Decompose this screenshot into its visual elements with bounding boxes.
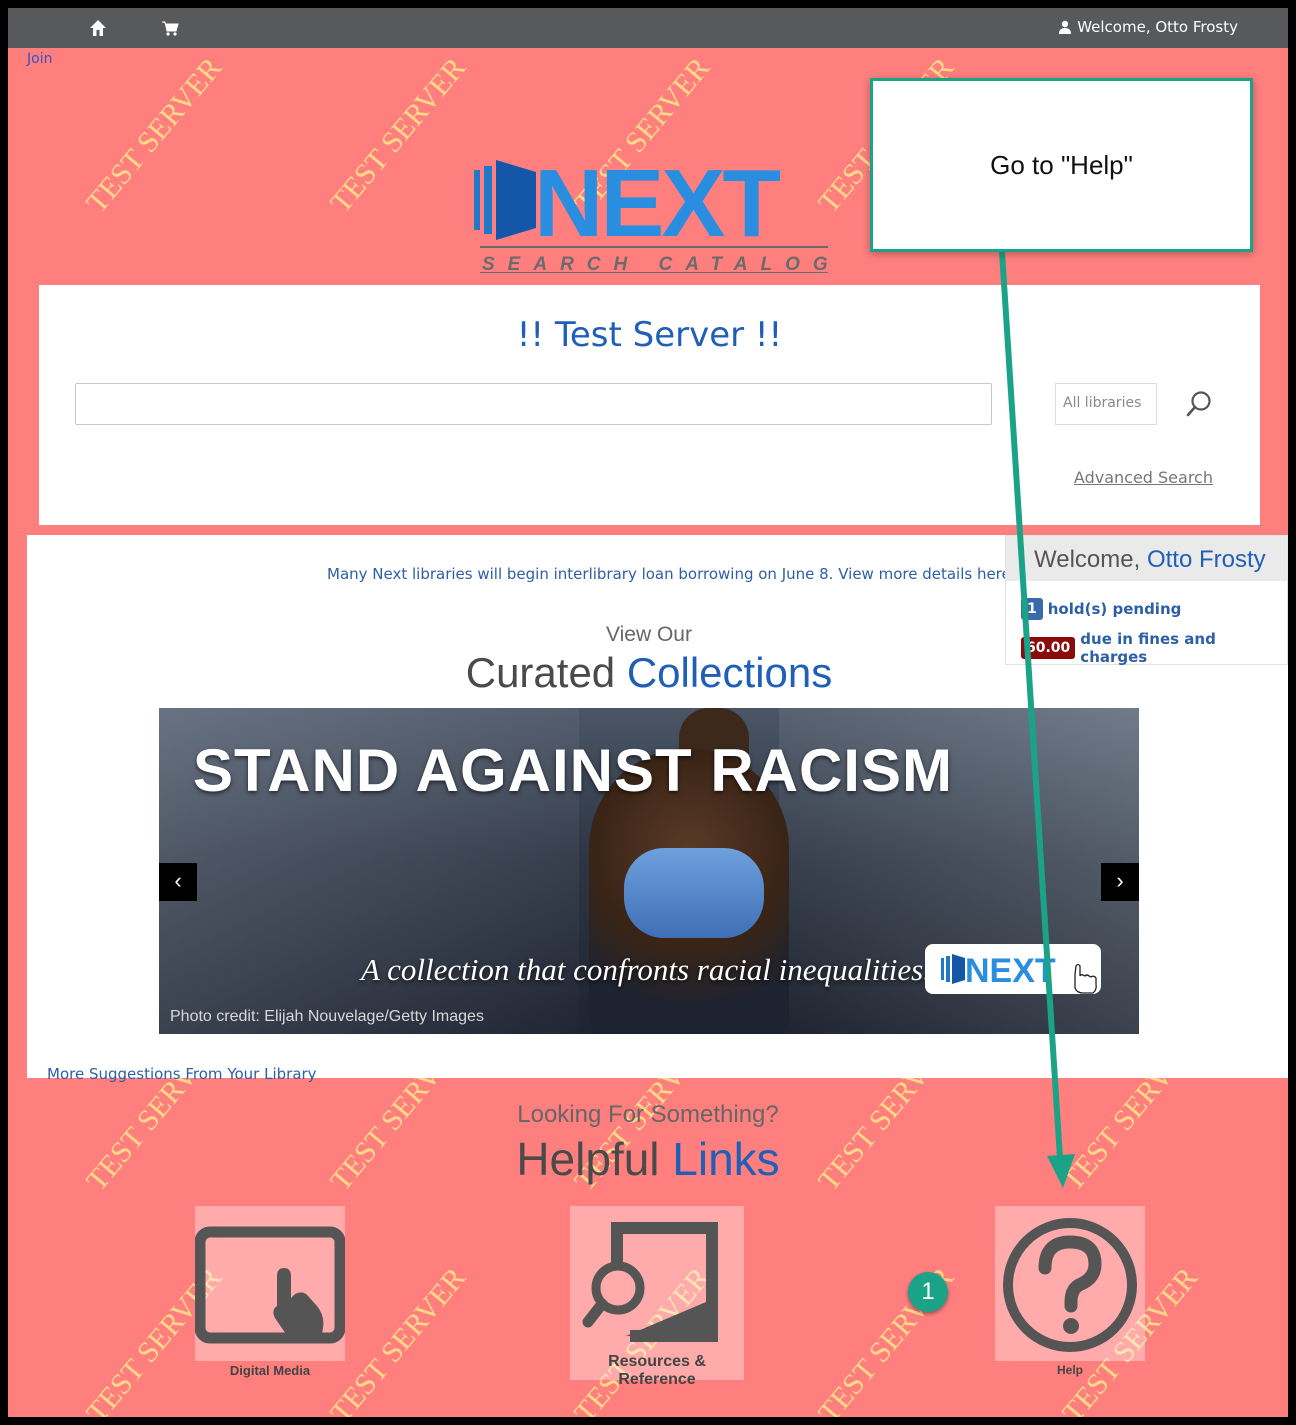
server-title: !! Test Server !!	[516, 315, 783, 355]
carousel-next-button[interactable]: ›	[1101, 863, 1139, 901]
user-icon	[1059, 20, 1072, 34]
welcome-prefix: Welcome,	[1034, 546, 1141, 573]
helpful-word: Helpful	[516, 1133, 660, 1185]
account-welcome-heading: Welcome, Otto Frosty	[1006, 536, 1287, 581]
top-nav-bar: Welcome, Otto Frosty	[8, 8, 1288, 48]
welcome-text: Welcome, Otto Frosty	[1077, 18, 1238, 36]
search-picture-icon	[582, 1222, 718, 1342]
fines-link[interactable]: 60.00 due in fines and charges	[1021, 630, 1287, 666]
page-frame: Welcome, Otto Frosty Join TEST SERVER TE…	[8, 8, 1288, 1417]
holds-label: hold(s) pending	[1047, 600, 1182, 618]
tablet-touch-icon	[194, 1226, 346, 1344]
fines-label: due in fines and charges	[1080, 630, 1216, 666]
digital-media-label: Digital Media	[229, 1363, 311, 1378]
watermark: TEST SERVER	[80, 51, 229, 220]
collections-carousel[interactable]: STAND AGAINST RACISM A collection that c…	[159, 708, 1139, 1034]
library-select[interactable]: All libraries	[1055, 383, 1157, 425]
fines-amount-badge: 60.00	[1021, 637, 1076, 659]
account-summary-panel: Welcome, Otto Frosty 1 hold(s) pending 6…	[1005, 535, 1288, 666]
home-icon[interactable]	[89, 19, 107, 37]
join-link[interactable]: Join	[27, 51, 52, 67]
slide-photo-credit: Photo credit: Elijah Nouvelage/Getty Ima…	[170, 1008, 484, 1025]
resources-reference-label: Resources & Reference	[608, 1353, 706, 1388]
slide-photo-mask	[624, 848, 764, 938]
digital-media-link[interactable]: Digital Media	[194, 1206, 346, 1378]
next-logo[interactable]: NEXT SEARCH CATALOG	[474, 158, 834, 273]
account-user-name[interactable]: Otto Frosty	[1147, 546, 1266, 573]
logo-word: NEXT	[534, 158, 780, 257]
slide-tagline: A collection that confronts racial inequ…	[361, 952, 931, 987]
logo-tagline: SEARCH CATALOG	[482, 254, 834, 273]
more-suggestions-link[interactable]: More Suggestions From Your Library	[47, 1065, 317, 1083]
curated-word: Curated	[465, 649, 616, 696]
question-circle-icon	[1003, 1218, 1137, 1352]
looking-heading: Looking For Something?	[517, 1101, 779, 1128]
watermark: TEST SERVER	[324, 1261, 473, 1417]
search-panel: !! Test Server !! All libraries Advanced…	[39, 285, 1260, 525]
links-word: Links	[672, 1133, 780, 1185]
search-input[interactable]	[75, 383, 992, 425]
slide-badge-word: NEXT	[965, 952, 1056, 990]
collections-word: Collections	[626, 649, 833, 696]
help-link[interactable]: Help	[995, 1206, 1145, 1377]
helpful-links-heading: Helpful Links	[8, 1132, 1288, 1186]
annotation-callout: Go to "Help"	[870, 78, 1253, 252]
cart-icon[interactable]	[161, 19, 179, 37]
slide-title: STAND AGAINST RACISM	[193, 737, 953, 804]
slide-next-badge: NEXT	[925, 944, 1101, 994]
resources-reference-link[interactable]: Resources & Reference	[570, 1206, 744, 1388]
search-icon[interactable]	[1184, 389, 1214, 419]
carousel-prev-button[interactable]: ‹	[159, 863, 197, 901]
advanced-search-link[interactable]: Advanced Search	[1074, 468, 1213, 487]
watermark: TEST SERVER	[324, 51, 473, 220]
ill-notice-link[interactable]: Many Next libraries will begin interlibr…	[327, 565, 1016, 583]
holds-pending-link[interactable]: 1 hold(s) pending	[1021, 598, 1181, 620]
user-menu[interactable]: Welcome, Otto Frosty	[1059, 18, 1238, 36]
step-number-badge: 1	[908, 1272, 948, 1312]
help-label: Help	[1056, 1363, 1083, 1377]
holds-count-badge: 1	[1021, 598, 1043, 620]
